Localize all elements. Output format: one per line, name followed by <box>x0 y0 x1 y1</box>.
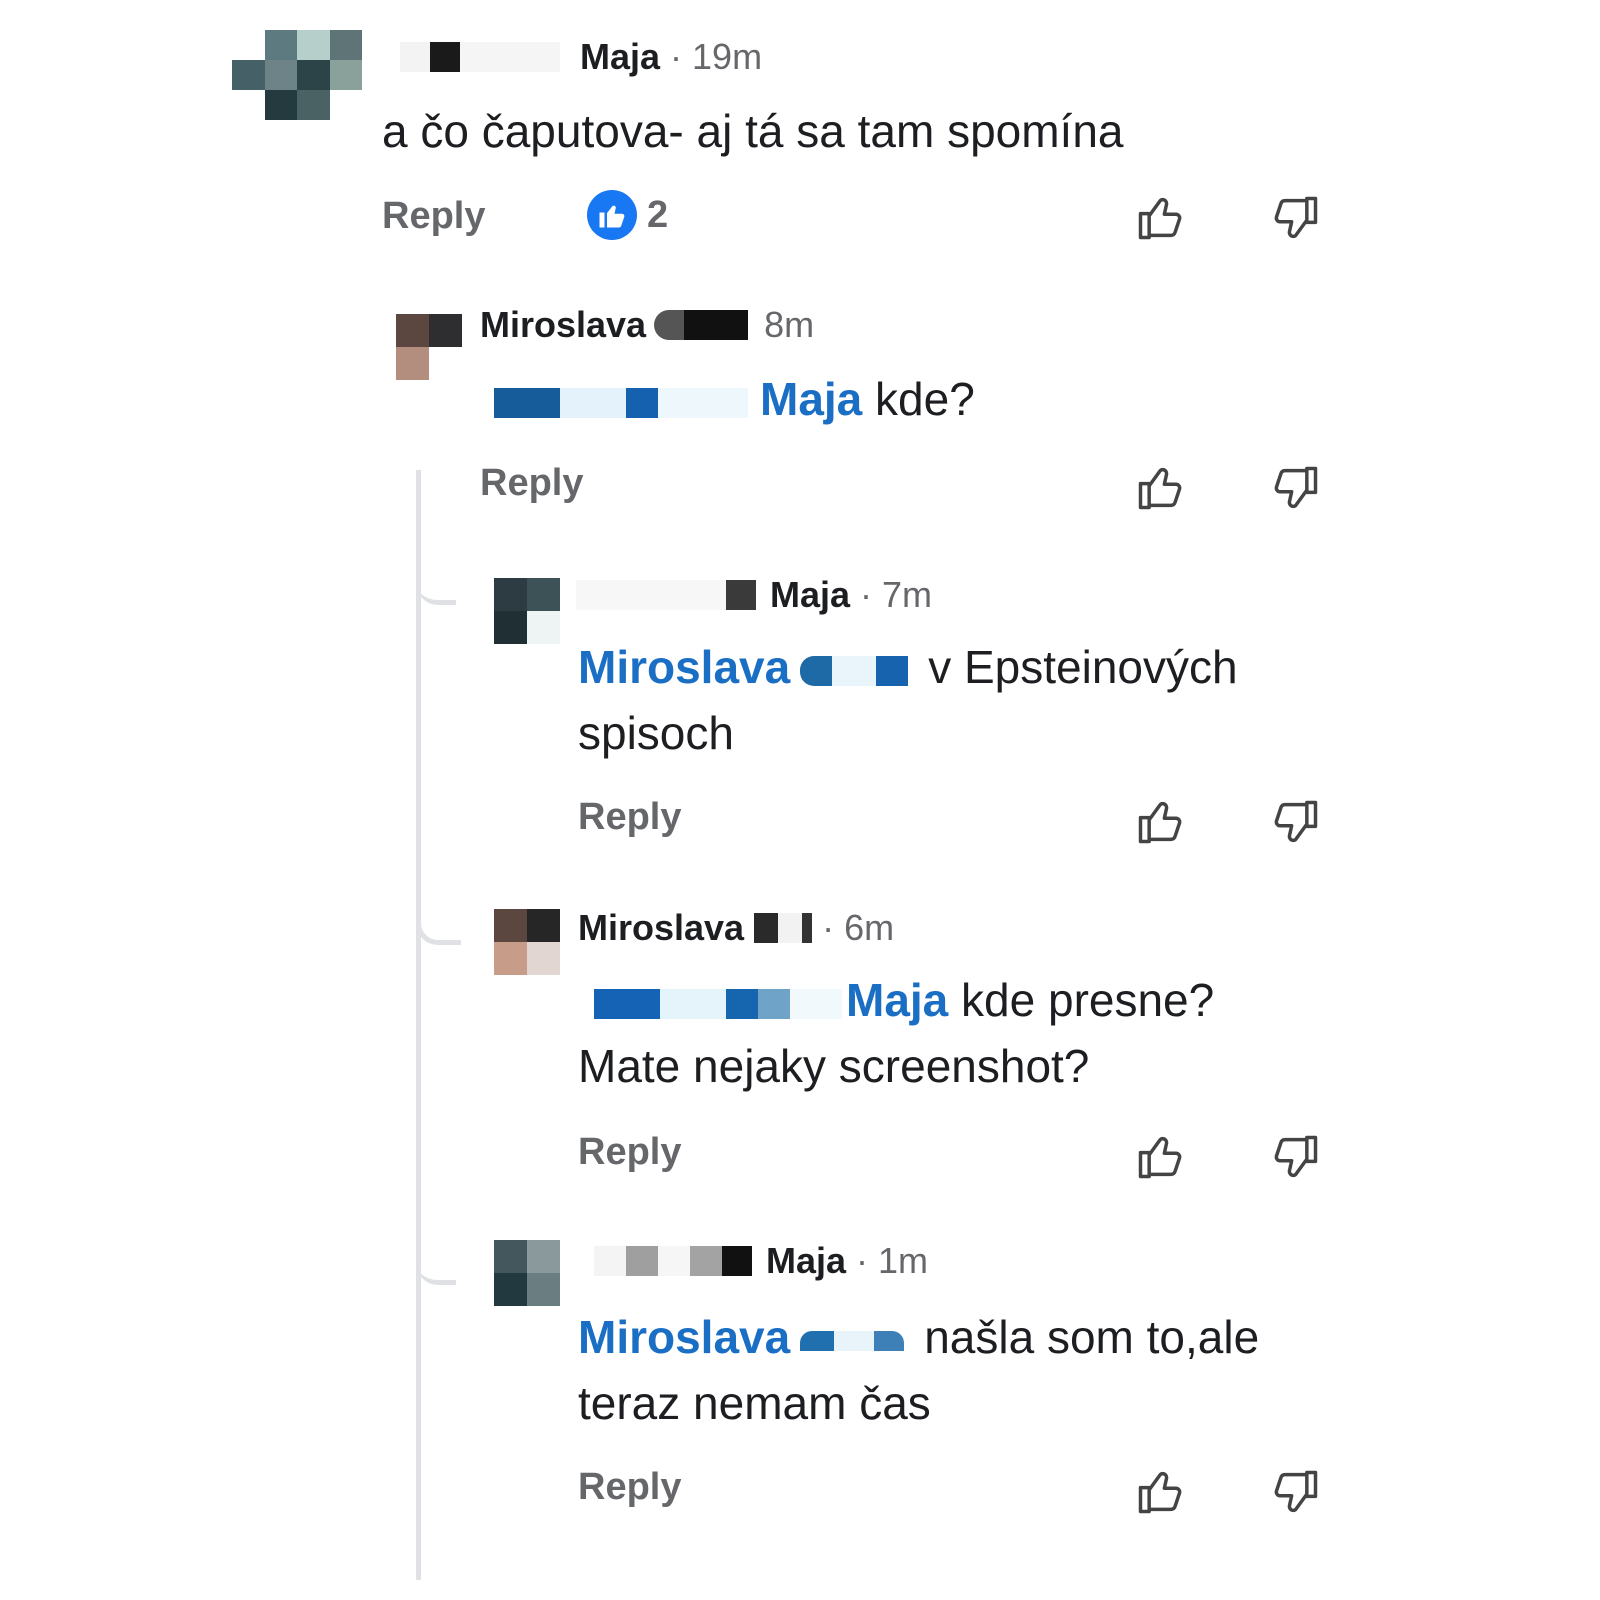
redacted-name <box>460 42 560 72</box>
redacted-name <box>654 310 685 340</box>
thumbs-up-outline-icon[interactable] <box>1134 1131 1186 1183</box>
timestamp[interactable]: · 6m <box>822 907 894 949</box>
thumbs-up-outline-icon[interactable] <box>1134 462 1186 514</box>
comment-text: Miroslava našla som to,ale <box>578 1304 1259 1370</box>
author-name[interactable]: Miroslava <box>578 907 744 949</box>
comment-text-content: kde? <box>862 373 975 425</box>
comment-header: Maja · 1m <box>594 1240 928 1282</box>
mention-link[interactable]: Miroslava <box>578 1311 790 1363</box>
redacted-mention <box>560 387 626 418</box>
comment: Miroslava 8m Maja kde? Reply <box>0 280 1600 540</box>
thumbs-down-outline-icon[interactable] <box>1270 1131 1322 1183</box>
avatar <box>494 909 560 975</box>
mention-link[interactable]: Maja <box>760 373 862 425</box>
reply-button[interactable]: Reply <box>480 462 583 505</box>
redacted-name <box>754 913 779 943</box>
comment-text-content: našla som to,ale <box>924 1311 1260 1363</box>
comment: Maja · 7m Miroslava v Epsteinových spisoc… <box>0 560 1600 880</box>
reply-button[interactable]: Reply <box>578 796 681 839</box>
comment: Miroslava · 6m Maja kde presne? Mate nej… <box>0 895 1600 1215</box>
reply-button[interactable]: Reply <box>578 1466 681 1509</box>
redacted-mention <box>800 1330 835 1351</box>
comment: Maja · 1m Miroslava našla som to,ale tera… <box>0 1230 1600 1560</box>
reply-button[interactable]: Reply <box>382 195 485 238</box>
redacted-name <box>400 42 430 72</box>
comment-text: a čo čaputova- aj tá sa tam spomína <box>382 105 1124 157</box>
redacted-mention <box>800 655 833 686</box>
redacted-mention <box>626 387 658 418</box>
comment-text: spisoch <box>578 707 734 759</box>
avatar <box>232 30 362 150</box>
thumbs-down-outline-icon[interactable] <box>1270 796 1322 848</box>
redacted-mention <box>660 988 726 1019</box>
comment-header: Miroslava · 6m <box>578 907 894 949</box>
redacted-name <box>576 580 726 610</box>
redacted-mention <box>874 1330 905 1351</box>
reply-button[interactable]: Reply <box>578 1131 681 1174</box>
comment-text: teraz nemam čas <box>578 1377 931 1429</box>
redacted-mention <box>494 387 560 418</box>
redacted-mention <box>876 655 909 686</box>
author-name[interactable]: Maja <box>766 1240 846 1282</box>
redacted-name <box>778 913 803 943</box>
redacted-name <box>430 42 460 72</box>
comment-header: Miroslava 8m <box>480 304 814 346</box>
thumbs-up-outline-icon[interactable] <box>1134 1466 1186 1518</box>
author-name[interactable]: Maja <box>770 574 850 616</box>
redacted-mention <box>790 988 842 1019</box>
reaction-summary[interactable]: 2 <box>587 190 668 240</box>
comment-text: Maja kde presne? <box>594 967 1214 1033</box>
thumbs-down-outline-icon[interactable] <box>1270 192 1322 244</box>
avatar <box>396 314 462 380</box>
redacted-mention <box>758 988 790 1019</box>
thumbs-up-outline-icon[interactable] <box>1134 796 1186 848</box>
comment-text: Miroslava v Epsteinových <box>578 634 1238 700</box>
comment-text-content: kde presne? <box>948 974 1215 1026</box>
redacted-name <box>594 1246 626 1276</box>
redacted-name <box>626 1246 658 1276</box>
timestamp[interactable]: · 7m <box>860 574 932 616</box>
redacted-name <box>802 913 813 943</box>
comment: Maja · 19m a čo čaputova- aj tá sa tam s… <box>0 0 1600 260</box>
like-reaction-icon <box>587 190 637 240</box>
redacted-name <box>722 1246 752 1276</box>
redacted-mention <box>658 387 748 418</box>
comment-text-content: v Epsteinových <box>928 641 1238 693</box>
timestamp[interactable]: · 19m <box>670 36 762 78</box>
redacted-mention <box>832 655 877 686</box>
timestamp[interactable]: 8m <box>764 304 814 346</box>
mention-link[interactable]: Maja <box>846 974 948 1026</box>
thumbs-down-outline-icon[interactable] <box>1270 462 1322 514</box>
reaction-count: 2 <box>647 193 669 236</box>
comment-text: Maja kde? <box>494 366 975 432</box>
redacted-name <box>658 1246 690 1276</box>
redacted-mention <box>726 988 758 1019</box>
author-name[interactable]: Miroslava <box>480 304 646 346</box>
redacted-name <box>690 1246 722 1276</box>
thumbs-up-outline-icon[interactable] <box>1134 192 1186 244</box>
redacted-mention <box>594 988 660 1019</box>
timestamp[interactable]: · 1m <box>856 1240 928 1282</box>
comment-header: Maja · 7m <box>576 574 932 616</box>
redacted-mention <box>834 1330 875 1351</box>
thumbs-down-outline-icon[interactable] <box>1270 1466 1322 1518</box>
redacted-name <box>684 310 749 340</box>
author-name[interactable]: Maja <box>580 36 660 78</box>
comment-header: Maja · 19m <box>400 36 762 78</box>
avatar <box>494 1240 560 1306</box>
mention-link[interactable]: Miroslava <box>578 641 790 693</box>
redacted-name <box>726 580 756 610</box>
comment-text: Mate nejaky screenshot? <box>578 1040 1090 1092</box>
avatar <box>494 578 560 644</box>
